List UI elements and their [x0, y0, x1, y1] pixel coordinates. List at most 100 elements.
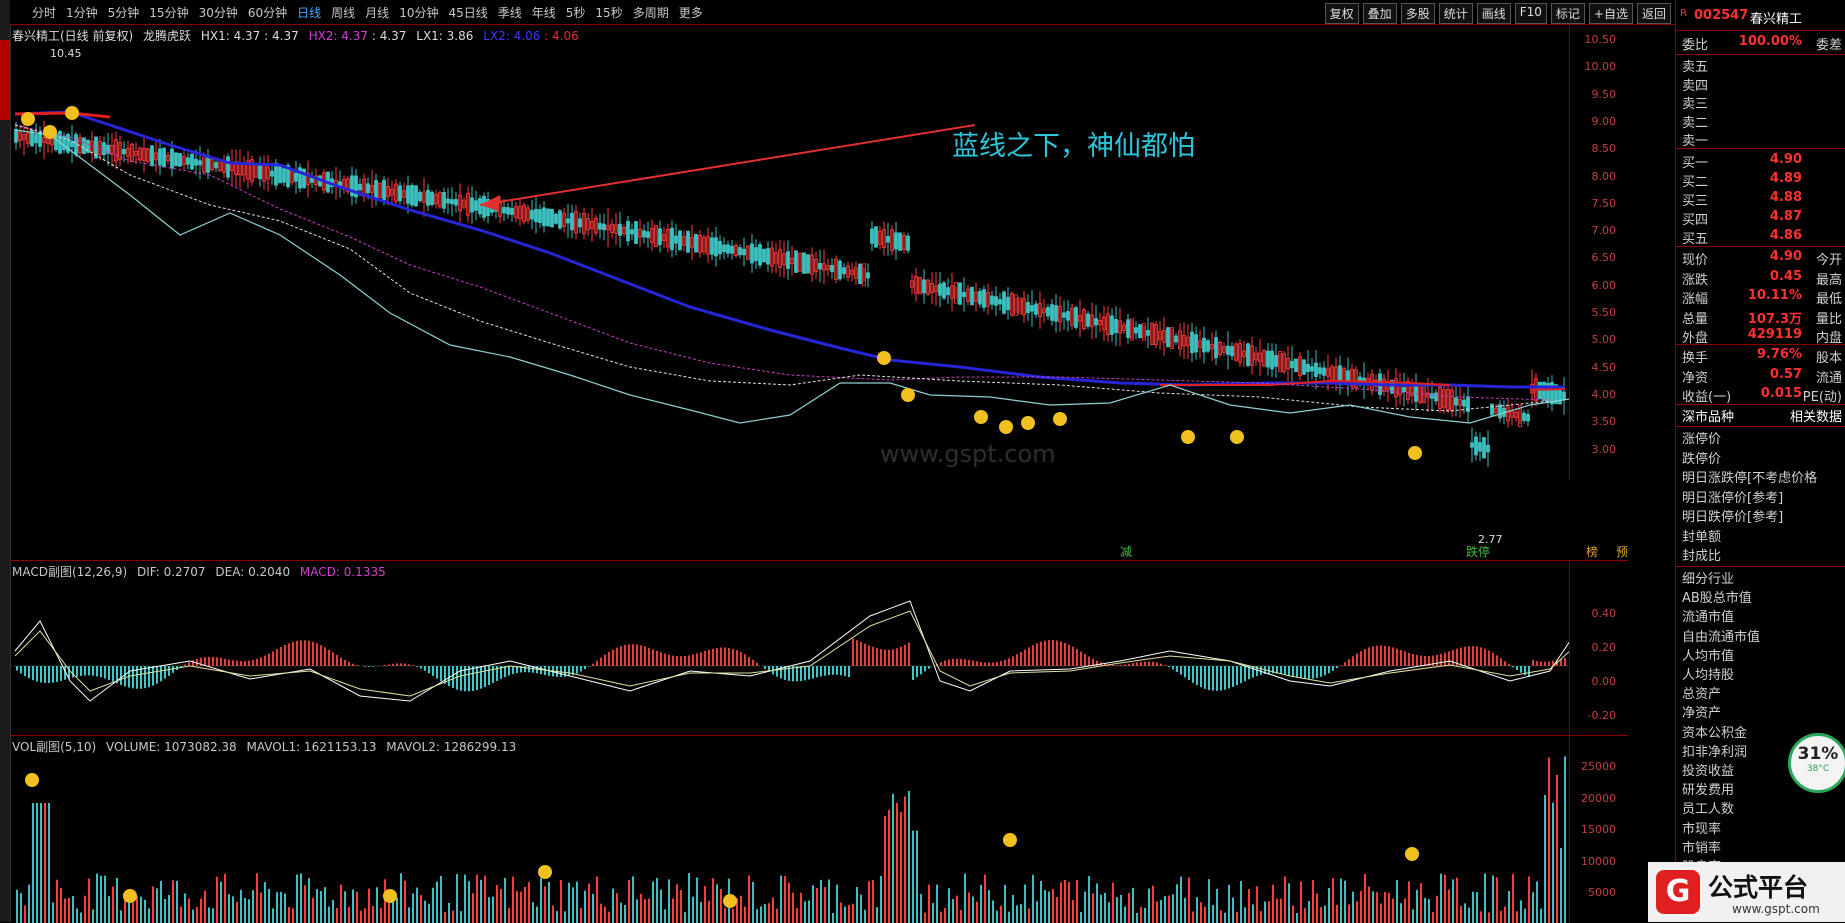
volume-bar: [788, 883, 790, 923]
axis-tick: 25000: [1581, 760, 1616, 773]
tool-button-4[interactable]: 画线: [1477, 3, 1511, 24]
bid-row: 买一4.90: [1680, 152, 1844, 170]
tool-button-7[interactable]: +自选: [1589, 3, 1633, 24]
period-tab-0[interactable]: 分时: [32, 4, 56, 21]
volume-bar: [1496, 877, 1498, 923]
volume-bar: [816, 888, 818, 923]
tool-button-5[interactable]: F10: [1515, 3, 1547, 24]
macd-bar: [1008, 658, 1010, 666]
volume-bar: [732, 909, 734, 923]
volume-bar: [1520, 900, 1522, 923]
tool-button-1[interactable]: 叠加: [1363, 3, 1397, 24]
macd-bar: [856, 640, 858, 666]
period-tab-10[interactable]: 45日线: [448, 4, 487, 21]
period-toolbar: 分时 1分钟 5分钟 15分钟 30分钟 60分钟日线周线月线 10分钟 45日线季线年线 5秒…: [10, 0, 1675, 25]
volume-bar: [624, 905, 626, 923]
period-tab-12[interactable]: 年线: [532, 4, 556, 21]
volume-bar: [228, 894, 230, 923]
stat-value: 4.90: [1770, 249, 1802, 264]
volume-bar: [488, 897, 490, 923]
candle-body: [283, 169, 286, 182]
volume-bar: [1196, 897, 1198, 923]
volume-bar: [332, 900, 334, 923]
period-tab-8[interactable]: 月线: [365, 4, 389, 21]
volume-bar: [140, 897, 142, 923]
volume-bar: [412, 893, 414, 923]
candle-body: [599, 223, 602, 229]
axis-tick: 6.00: [1592, 279, 1617, 292]
tab-related[interactable]: 相关数据: [1790, 406, 1842, 425]
period-tab-14[interactable]: 15秒: [595, 4, 622, 21]
period-tab-5[interactable]: 60分钟: [248, 4, 287, 21]
candle-body: [995, 297, 998, 306]
period-tab-16[interactable]: 更多: [679, 4, 703, 21]
macd-bar: [608, 652, 610, 666]
period-tab-9[interactable]: 10分钟: [399, 4, 438, 21]
candle-body: [359, 184, 362, 190]
kline-pane[interactable]: 春兴精工(日线 前复权) 龙腾虎跃 HX1: 4.37 : 4.37 HX2: …: [10, 24, 1628, 480]
volume-bar: [540, 878, 542, 923]
candle-body: [443, 192, 446, 208]
tool-button-0[interactable]: 复权: [1325, 3, 1359, 24]
volume-bar: [772, 898, 774, 923]
volume-bar: [1016, 905, 1018, 923]
volume-bar: [716, 884, 718, 923]
period-tab-7[interactable]: 周线: [331, 4, 355, 21]
volume-bar: [1308, 901, 1310, 923]
tool-button-2[interactable]: 多股: [1401, 3, 1435, 24]
limit-label: 涨停价: [1682, 428, 1721, 447]
period-tab-15[interactable]: 多周期: [633, 4, 669, 21]
fund-label: 自由流通市值: [1682, 626, 1760, 645]
smiley-icon: [43, 125, 57, 139]
macd-bar: [1472, 646, 1474, 666]
candle-body: [559, 211, 562, 228]
macd-bar: [304, 640, 306, 666]
macd-bar: [216, 657, 218, 666]
macd-pane[interactable]: MACD副图(12,26,9) DIF: 0.2707 DEA: 0.2040 …: [10, 560, 1628, 736]
stat2-label-2: 流通: [1816, 367, 1842, 386]
volume-bar: [360, 911, 362, 923]
volume-bar: [1408, 881, 1410, 923]
macd-bar: [332, 652, 334, 666]
period-tab-6[interactable]: 日线: [297, 4, 321, 21]
smiley-icon: [383, 889, 397, 903]
period-tab-4[interactable]: 30分钟: [199, 4, 238, 21]
fund-row: 总资产: [1680, 683, 1844, 701]
volume-pane[interactable]: VOL副图(5,10) VOLUME: 1073082.38 MAVOL1: 1…: [10, 735, 1628, 923]
volume-bar: [56, 880, 58, 923]
period-tab-1[interactable]: 1分钟: [66, 4, 98, 21]
candle-body: [275, 163, 278, 185]
volume-bar: [124, 898, 126, 923]
limit-row: 明日涨跌停[不考虑价格: [1680, 467, 1844, 485]
volume-bar: [1244, 907, 1246, 923]
period-tab-13[interactable]: 5秒: [566, 4, 586, 21]
period-tab-3[interactable]: 15分钟: [149, 4, 188, 21]
left-tab-active[interactable]: [0, 40, 10, 120]
macd-bar: [256, 659, 258, 666]
volume-bar: [1388, 893, 1390, 923]
axis-tick: 10000: [1581, 855, 1616, 868]
tool-button-6[interactable]: 标记: [1551, 3, 1585, 24]
candle-body: [1523, 413, 1526, 420]
macd-bar: [888, 650, 890, 666]
smiley-icon: [877, 351, 891, 365]
period-tab-2[interactable]: 5分钟: [108, 4, 140, 21]
period-tab-11[interactable]: 季线: [498, 4, 522, 21]
candle-body: [1051, 305, 1054, 321]
volume-bar: [1320, 907, 1322, 923]
volume-bar: [596, 877, 598, 923]
candle-body: [415, 186, 418, 206]
macd-bar: [36, 666, 38, 682]
tool-button-3[interactable]: 统计: [1439, 3, 1473, 24]
volume-bar: [240, 890, 242, 923]
volume-bar: [1032, 875, 1034, 923]
volume-bar: [992, 900, 994, 923]
tool-button-8[interactable]: 返回: [1637, 3, 1671, 24]
volume-bar: [796, 908, 798, 923]
volume-bar: [1048, 892, 1050, 923]
volume-bar: [1532, 892, 1534, 923]
macd-bar: [132, 666, 134, 688]
tab-market[interactable]: 深市品种: [1682, 406, 1734, 425]
candle-body: [807, 255, 810, 273]
macd-bar: [916, 666, 918, 677]
